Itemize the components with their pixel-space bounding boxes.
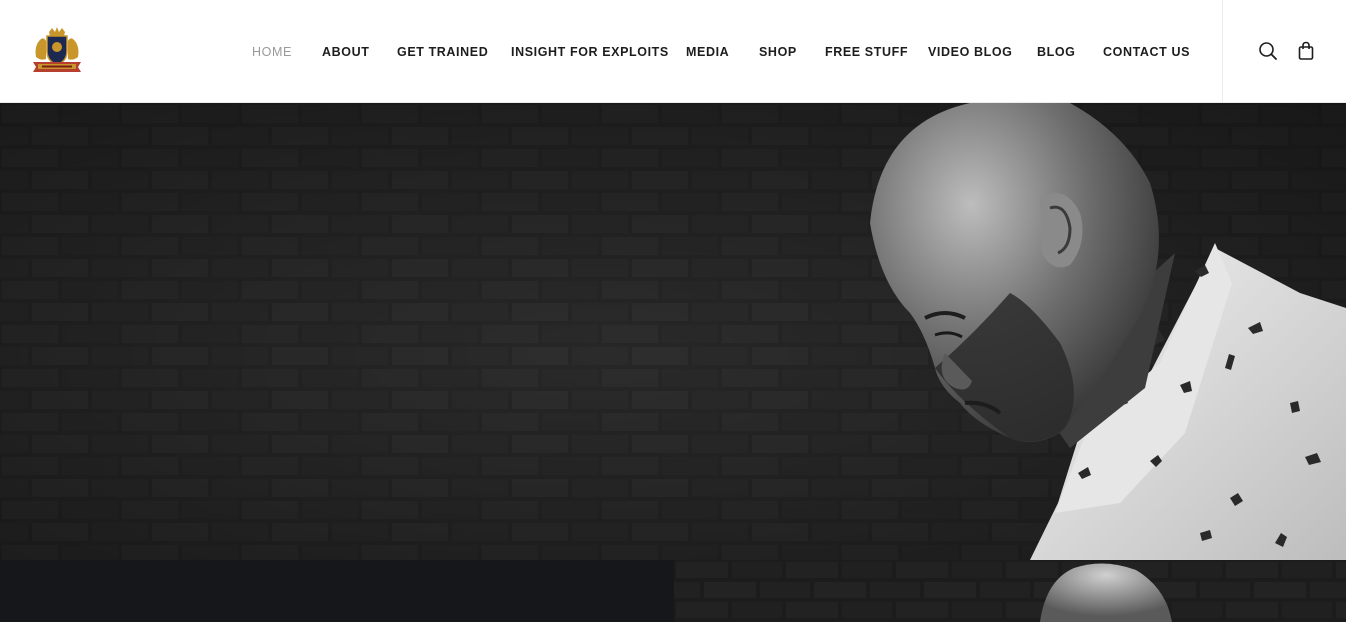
hero-image bbox=[0, 103, 1346, 560]
main-nav: HOME ABOUT GET TRAINED INSIGHT FOR EXPLO… bbox=[0, 0, 1222, 103]
header-divider bbox=[1222, 0, 1223, 103]
nav-contact-us[interactable]: CONTACT US bbox=[1103, 44, 1190, 60]
nav-home[interactable]: HOME bbox=[252, 44, 292, 60]
nav-video-blog[interactable]: VIDEO BLOG bbox=[928, 44, 1012, 60]
shopping-bag-icon bbox=[1298, 41, 1314, 60]
nav-blog[interactable]: BLOG bbox=[1037, 44, 1076, 60]
secondary-hero-image bbox=[674, 560, 1346, 622]
content-panel bbox=[0, 560, 674, 622]
nav-free-stuff[interactable]: FREE STUFF bbox=[825, 44, 908, 60]
nav-shop[interactable]: SHOP bbox=[759, 44, 797, 60]
site-header: HOME ABOUT GET TRAINED INSIGHT FOR EXPLO… bbox=[0, 0, 1346, 103]
hero-banner bbox=[0, 103, 1346, 560]
search-button[interactable] bbox=[1257, 40, 1279, 62]
nav-insight-for-exploits[interactable]: INSIGHT FOR EXPLOITS bbox=[511, 44, 669, 60]
nav-media[interactable]: MEDIA bbox=[686, 44, 729, 60]
portrait-image bbox=[674, 560, 1346, 622]
nav-about[interactable]: ABOUT bbox=[322, 44, 369, 60]
nav-get-trained[interactable]: GET TRAINED bbox=[397, 44, 488, 60]
cart-button[interactable] bbox=[1295, 40, 1317, 62]
search-icon bbox=[1259, 42, 1277, 60]
